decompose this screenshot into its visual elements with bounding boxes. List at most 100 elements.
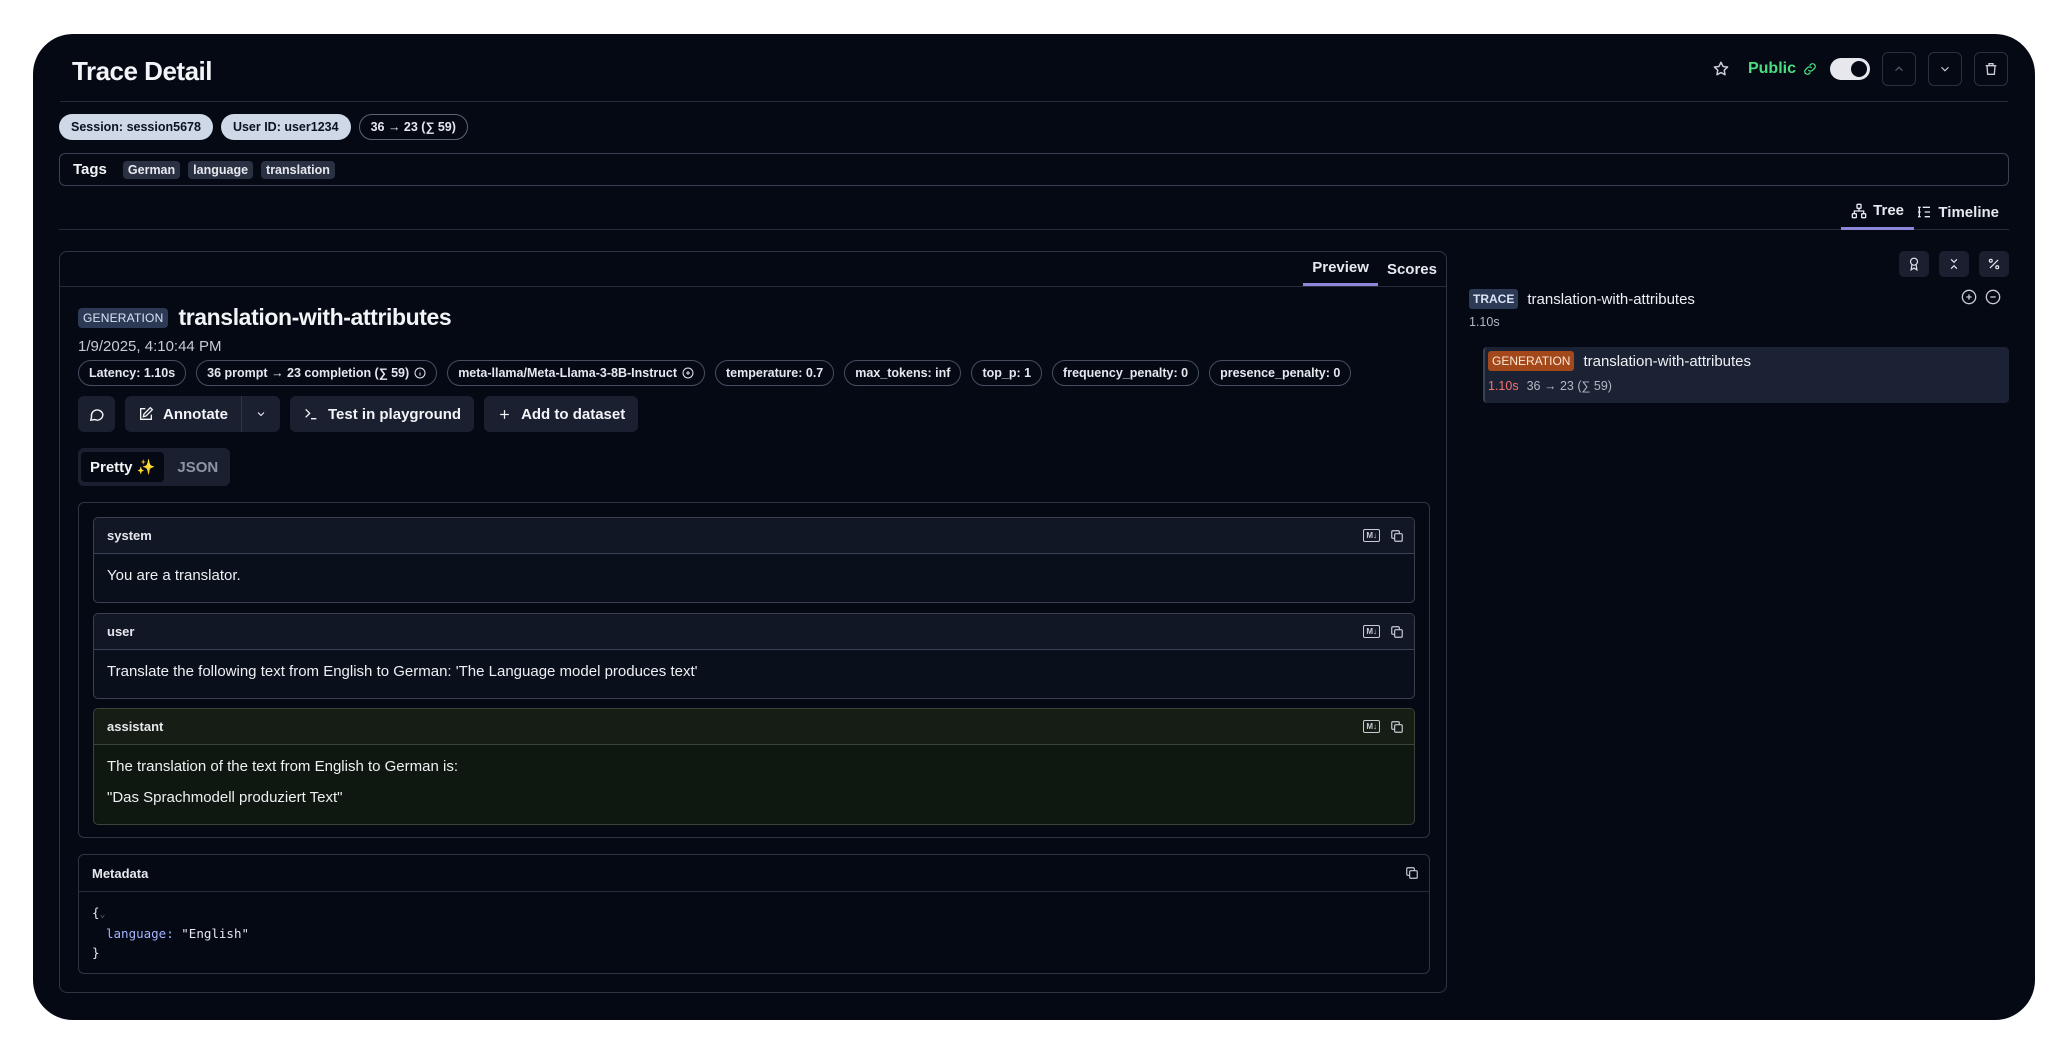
award-icon	[1909, 257, 1919, 271]
metadata-key: language:	[106, 926, 174, 941]
add-circle-icon	[682, 367, 694, 379]
trace-detail-window: Trace Detail Public Session: session5678…	[33, 34, 2035, 1020]
metadata-section: Metadata {⌄ language: "English" }	[78, 854, 1430, 974]
tag-chip: translation	[261, 160, 335, 179]
comment-icon	[89, 408, 104, 421]
frequency-penalty-chip: frequency_penalty: 0	[1052, 360, 1200, 386]
trace-name: translation-with-attributes	[1527, 290, 1695, 308]
observation-panel: Preview Scores GENERATION translation-wi…	[59, 251, 1447, 993]
tag-chip: German	[122, 160, 181, 179]
markdown-icon[interactable]: M↓	[1363, 720, 1380, 733]
token-usage-chip[interactable]: 36 prompt → 23 completion (∑ 59)	[196, 360, 438, 386]
json-view-option[interactable]: JSON	[168, 452, 227, 482]
message-user: user M↓ Translate the following text fro…	[93, 613, 1415, 699]
public-toggle[interactable]	[1830, 58, 1870, 80]
metadata-title: Metadata	[92, 865, 149, 881]
chevron-up-icon	[1895, 66, 1903, 72]
format-toggle: Pretty ✨ JSON	[78, 448, 231, 486]
metadata-value: "English"	[181, 926, 249, 941]
markdown-icon[interactable]: M↓	[1363, 625, 1380, 638]
message-content: The translation of the text from English…	[94, 745, 1414, 819]
copy-icon[interactable]	[1390, 625, 1404, 639]
show-percentage-button[interactable]	[1979, 251, 2009, 277]
metadata-json: {⌄ language: "English" }	[92, 905, 249, 960]
message-content: Translate the following text from Englis…	[107, 663, 698, 680]
tree-item-trace[interactable]: TRACE translation-with-attributes	[1469, 289, 2009, 309]
annotate-button[interactable]: Annotate	[125, 396, 241, 432]
pretty-view-option[interactable]: Pretty ✨	[81, 452, 165, 482]
chevron-down-icon	[257, 412, 265, 417]
copy-icon[interactable]	[1405, 866, 1419, 880]
plus-icon	[500, 409, 509, 419]
star-icon[interactable]	[1706, 54, 1736, 84]
message-role: assistant	[107, 719, 164, 734]
info-icon	[414, 367, 426, 379]
tab-timeline[interactable]: Timeline	[1906, 194, 2009, 230]
annotate-dropdown-button[interactable]	[241, 396, 280, 432]
percent-icon	[1988, 258, 2000, 270]
trace-badges: Session: session5678 User ID: user1234 3…	[59, 114, 468, 140]
public-label: Public	[1747, 60, 1796, 77]
message-assistant: assistant M↓ The translation of the text…	[93, 708, 1415, 825]
messages-container: system M↓ You are a translator. user M↓	[78, 502, 1430, 838]
expand-icon[interactable]	[1961, 289, 1977, 305]
observation-tabs: Preview Scores	[1303, 252, 1446, 286]
tab-scores[interactable]: Scores	[1378, 252, 1446, 286]
trace-badge: TRACE	[1469, 289, 1519, 309]
copy-icon[interactable]	[1390, 720, 1404, 734]
tree-item-generation[interactable]: GENERATION translation-with-attributes 1…	[1483, 347, 2009, 403]
collapse-icon[interactable]	[1985, 289, 2001, 305]
session-badge[interactable]: Session: session5678	[59, 114, 213, 140]
tab-tree[interactable]: Tree	[1841, 194, 1914, 230]
observation-heading: GENERATION translation-with-attributes	[78, 304, 452, 331]
generation-latency: 1.10s	[1488, 379, 1519, 393]
max-tokens-chip: max_tokens: inf	[844, 360, 962, 386]
message-role: user	[107, 624, 135, 639]
observation-type-badge: GENERATION	[78, 307, 169, 328]
observation-actions: Annotate Test in playground Add to datas…	[78, 396, 639, 432]
tree-toolbar	[1899, 251, 2009, 277]
header: Trace Detail Public	[60, 34, 2008, 102]
link-icon	[1804, 63, 1816, 75]
top-p-chip: top_p: 1	[971, 360, 1043, 386]
collapse-caret-icon[interactable]: ⌄	[100, 909, 106, 920]
add-to-dataset-button[interactable]: Add to dataset	[484, 396, 639, 432]
presence-penalty-chip: presence_penalty: 0	[1209, 360, 1352, 386]
tags-label: Tags	[73, 161, 107, 178]
message-system: system M↓ You are a translator.	[93, 517, 1415, 603]
timeline-icon	[1918, 206, 1931, 218]
tag-chip: language	[188, 160, 254, 179]
comment-button[interactable]	[78, 396, 115, 432]
annotate-split-button: Annotate	[125, 396, 280, 432]
public-link-button[interactable]: Public	[1748, 60, 1818, 78]
page-title: Trace Detail	[72, 56, 212, 86]
token-usage-badge: 36 → 23 (∑ 59)	[358, 114, 468, 140]
generation-name: translation-with-attributes	[1583, 352, 1752, 370]
collapse-all-button[interactable]	[1939, 251, 1969, 277]
header-actions: Public	[1706, 52, 2008, 86]
edit-icon	[140, 406, 154, 420]
markdown-icon[interactable]: M↓	[1363, 529, 1380, 542]
delete-trace-button[interactable]	[1974, 52, 2008, 86]
tab-preview[interactable]: Preview	[1303, 252, 1378, 286]
model-chip[interactable]: meta-llama/Meta-Llama-3-8B-Instruct	[447, 360, 705, 386]
test-in-playground-button[interactable]: Test in playground	[290, 396, 475, 432]
tab-timeline-label: Timeline	[1938, 203, 1999, 221]
observation-name: translation-with-attributes	[178, 304, 452, 330]
tags-bar[interactable]: Tags German language translation	[59, 153, 2009, 186]
user-badge[interactable]: User ID: user1234	[220, 114, 351, 140]
message-role: system	[107, 528, 152, 543]
chevron-down-icon	[1941, 66, 1949, 72]
trace-tree-panel: TRACE translation-with-attributes 1.10s …	[1469, 251, 2009, 993]
copy-icon[interactable]	[1390, 529, 1404, 543]
trash-icon	[1985, 63, 1997, 75]
generation-tokens: 36 → 23 (∑ 59)	[1526, 379, 1612, 393]
previous-trace-button[interactable]	[1882, 52, 1916, 86]
view-tabs: Tree Timeline	[59, 194, 2009, 230]
show-scores-button[interactable]	[1899, 251, 1929, 277]
observation-attributes: Latency: 1.10s 36 prompt → 23 completion…	[78, 360, 1352, 386]
next-trace-button[interactable]	[1928, 52, 1962, 86]
temperature-chip: temperature: 0.7	[715, 360, 835, 386]
trace-duration: 1.10s	[1469, 315, 1500, 329]
message-line: The translation of the text from English…	[107, 758, 458, 775]
